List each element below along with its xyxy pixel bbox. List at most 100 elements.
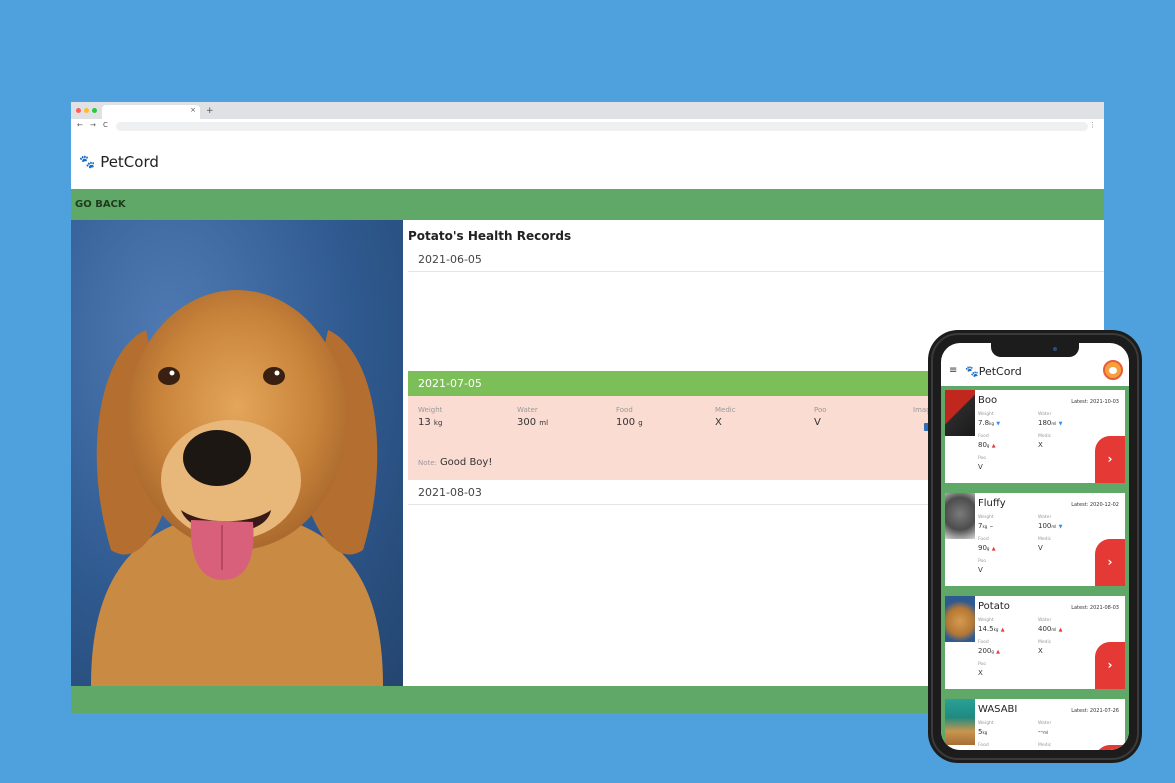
pet-card[interactable]: Potato Latest: 2021-08-03 Weight 14.5kg ▲… — [945, 596, 1125, 689]
pet-card[interactable]: Boo Latest: 2021-10-03 Weight 7.8kg ▼ Wat… — [945, 390, 1125, 483]
record-row[interactable]: 2021-06-05 — [408, 247, 1104, 272]
pet-latest-date: Latest: 2021-07-26 — [1071, 708, 1119, 714]
metric-value: 100 — [616, 417, 636, 428]
browser-nav-row: ← → C ⋮ — [71, 119, 1104, 133]
back-arrow-icon[interactable]: ← — [77, 121, 83, 129]
trend-up-icon: ▲ — [1000, 627, 1005, 633]
metric-label: Food — [616, 406, 633, 414]
chevron-right-icon[interactable]: › — [1095, 745, 1125, 750]
record-date: 2021-08-03 — [418, 486, 482, 499]
trend-up-icon: ▲ — [991, 443, 996, 449]
pet-weight: Weight 14.5kg ▲ — [978, 618, 1005, 633]
maximize-window-dot[interactable] — [92, 108, 97, 113]
pet-food: Food 200g ▲ — [978, 640, 1001, 655]
pet-card-list: Boo Latest: 2021-10-03 Weight 7.8kg ▼ Wat… — [941, 386, 1129, 750]
paw-icon: 🐾 — [965, 365, 979, 378]
pet-water: Water --ml — [1038, 721, 1052, 736]
record-note: Note: Good Boy! — [418, 457, 492, 468]
pet-water: Water 100ml ▼ — [1038, 515, 1063, 530]
record-date: 2021-06-05 — [418, 253, 482, 266]
pet-thumbnail — [945, 699, 975, 745]
pet-medic: Medic — [1038, 743, 1052, 748]
user-avatar[interactable] — [1103, 360, 1123, 380]
pet-weight: Weight 7kg – — [978, 515, 994, 530]
pet-thumbnail — [945, 390, 975, 436]
tab-close-icon[interactable]: × — [190, 106, 196, 114]
trend-up-icon: ▲ — [996, 649, 1001, 655]
paw-icon: 🐾 — [79, 154, 96, 170]
pet-name: Fluffy — [978, 498, 1006, 509]
phone-screen: ≡ 🐾PetCord Boo Latest: 2021-10-03 Weight… — [941, 343, 1129, 750]
brand-logo[interactable]: 🐾 PetCord — [79, 153, 159, 171]
chevron-right-icon[interactable]: › — [1095, 436, 1125, 483]
go-back-button[interactable]: GO BACK — [75, 199, 126, 210]
metric-medic: Medic X — [715, 406, 736, 428]
pet-medic: Medic V — [1038, 537, 1052, 552]
trend-down-icon: ▼ — [1058, 421, 1063, 427]
mobile-header: ≡ 🐾PetCord — [941, 357, 1129, 386]
metric-label: Medic — [715, 406, 736, 414]
close-window-dot[interactable] — [76, 108, 81, 113]
pet-poo: Poo V — [978, 559, 987, 574]
metric-value: X — [715, 417, 722, 428]
pet-poo: Poo X — [978, 662, 987, 677]
trend-up-icon: ▲ — [991, 546, 996, 552]
pet-latest-date: Latest: 2021-08-03 — [1071, 605, 1119, 611]
record-date: 2021-07-05 — [418, 377, 482, 390]
pet-weight: Weight 7.8kg ▼ — [978, 412, 1001, 427]
mobile-phone-mockup: ≡ 🐾PetCord Boo Latest: 2021-10-03 Weight… — [928, 330, 1142, 763]
forward-arrow-icon[interactable]: → — [90, 121, 96, 129]
pet-food: Food 90g ▲ — [978, 537, 996, 552]
pet-medic: Medic X — [1038, 434, 1052, 449]
trend-up-icon: ▲ — [1058, 627, 1063, 633]
pet-food: Food 80g ▲ — [978, 434, 996, 449]
window-controls — [76, 108, 97, 113]
note-label: Note: — [418, 459, 437, 467]
pet-poo: Poo V — [978, 456, 987, 471]
pet-name: WASABI — [978, 704, 1018, 715]
pet-thumbnail — [945, 493, 975, 539]
browser-menu-icon[interactable]: ⋮ — [1089, 121, 1096, 129]
reload-icon[interactable]: C — [103, 121, 108, 129]
metric-unit: ml — [539, 419, 549, 427]
pet-thumbnail — [945, 596, 975, 642]
records-title: Potato's Health Records — [408, 229, 572, 243]
site-header: 🐾 PetCord — [71, 133, 1104, 189]
trend-flat-icon: – — [989, 522, 994, 530]
pet-water: Water 400ml ▲ — [1038, 618, 1063, 633]
metric-weight: Weight 13 kg — [418, 406, 442, 428]
metric-food: Food 100 g — [616, 406, 643, 428]
chevron-right-icon[interactable]: › — [1095, 539, 1125, 586]
pet-latest-date: Latest: 2021-10-03 — [1071, 399, 1119, 405]
pet-weight: Weight 5kg — [978, 721, 994, 736]
minimize-window-dot[interactable] — [84, 108, 89, 113]
metric-value: 300 — [517, 417, 537, 428]
metric-value: V — [814, 417, 821, 428]
pet-name: Potato — [978, 601, 1010, 612]
golden-retriever-illustration — [91, 290, 383, 686]
pet-water: Water 180ml ▼ — [1038, 412, 1063, 427]
pet-card[interactable]: Fluffy Latest: 2020-12-02 Weight 7kg – Wa… — [945, 493, 1125, 586]
chevron-right-icon[interactable]: › — [1095, 642, 1125, 689]
go-back-bar: GO BACK — [71, 189, 1104, 220]
trend-down-icon: ▼ — [996, 421, 1001, 427]
metric-water: Water 300 ml — [517, 406, 548, 428]
phone-notch — [991, 343, 1079, 357]
pet-food: Food — [978, 743, 989, 748]
pet-name: Boo — [978, 395, 998, 406]
mobile-brand[interactable]: 🐾PetCord — [965, 365, 1022, 378]
mobile-brand-name: PetCord — [978, 365, 1022, 378]
metric-label: Weight — [418, 406, 443, 414]
metric-label: Poo — [814, 406, 827, 414]
pet-card[interactable]: WASABI Latest: 2021-07-26 Weight 5kg Wate… — [945, 699, 1125, 750]
browser-tab[interactable]: × — [102, 105, 200, 119]
camera-dot — [1053, 347, 1057, 351]
metric-poo: Poo V — [814, 406, 827, 428]
metric-unit: g — [638, 419, 643, 427]
pet-medic: Medic X — [1038, 640, 1052, 655]
trend-down-icon: ▼ — [1058, 524, 1063, 530]
new-tab-button[interactable]: + — [206, 106, 214, 116]
url-bar[interactable] — [116, 122, 1088, 131]
brand-name: PetCord — [100, 153, 159, 171]
hamburger-menu-icon[interactable]: ≡ — [949, 365, 957, 376]
